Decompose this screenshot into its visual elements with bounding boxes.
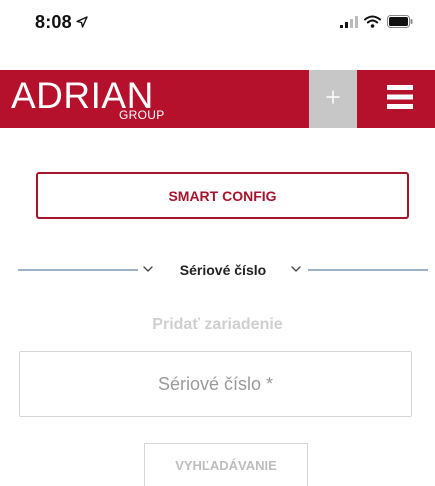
plus-icon xyxy=(326,89,340,109)
location-arrow-icon xyxy=(76,12,88,33)
brand-logo[interactable]: ADRIAN GROUP xyxy=(11,74,191,124)
search-button[interactable]: VYHĽADÁVANIE xyxy=(144,443,308,486)
battery-icon xyxy=(387,15,413,33)
status-bar: 8:08 xyxy=(0,0,435,52)
serial-number-selector[interactable]: Sériové číslo xyxy=(18,258,428,282)
app-header: ADRIAN GROUP xyxy=(0,70,435,128)
divider-line-left xyxy=(18,269,138,271)
hamburger-menu-icon xyxy=(387,82,413,117)
wifi-icon xyxy=(364,15,381,33)
serial-number-selector-label: Sériové číslo xyxy=(179,262,267,278)
serial-number-input[interactable] xyxy=(19,351,412,417)
add-device-button[interactable] xyxy=(309,70,357,128)
search-button-label: VYHĽADÁVANIE xyxy=(175,457,277,473)
smart-config-button[interactable]: SMART CONFIG xyxy=(36,172,409,219)
signal-icon xyxy=(340,15,358,33)
status-icons xyxy=(340,15,413,33)
menu-button[interactable] xyxy=(375,70,425,128)
smart-config-label: SMART CONFIG xyxy=(168,187,277,204)
add-device-title: Pridať zariadenie xyxy=(152,316,283,333)
chevron-down-icon xyxy=(290,262,302,281)
status-time-group: 8:08 xyxy=(35,12,88,33)
divider-line-right xyxy=(308,269,428,271)
chevron-down-icon xyxy=(142,262,154,281)
status-time: 8:08 xyxy=(35,12,72,32)
brand-logo-sub: GROUP xyxy=(119,108,165,122)
